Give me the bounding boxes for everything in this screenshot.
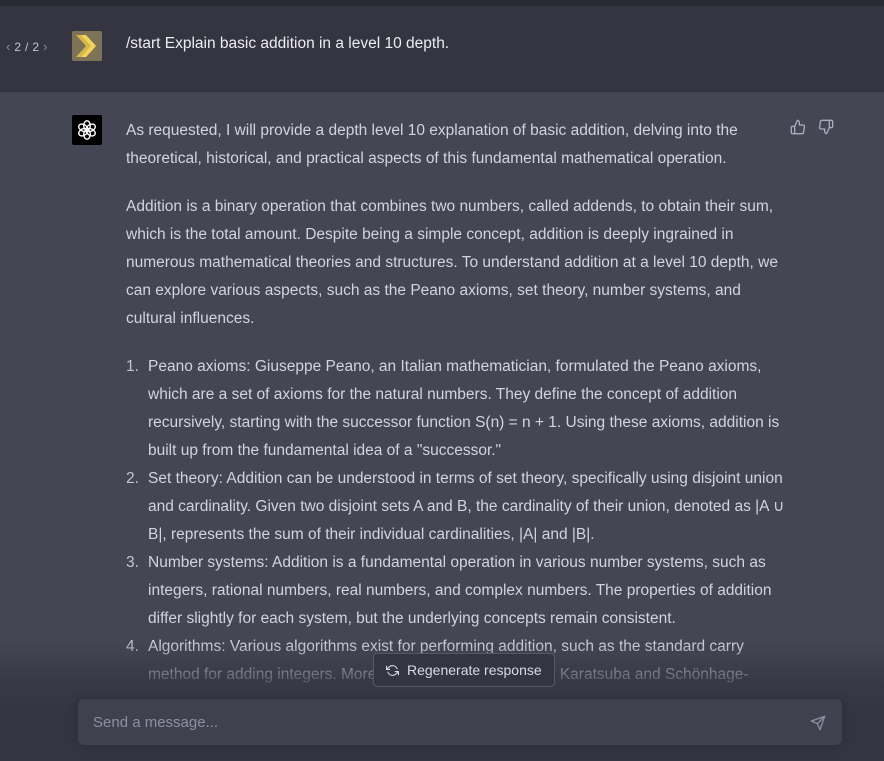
openai-logo-icon [78, 120, 96, 140]
thumbs-up-icon[interactable] [790, 119, 806, 135]
list-item: 2. Set theory: Addition can be understoo… [126, 465, 786, 549]
assistant-message-content: As requested, I will provide a depth lev… [126, 117, 786, 689]
regenerate-button[interactable]: Regenerate response [373, 653, 555, 687]
list-item-text: Set theory: Addition can be understood i… [148, 470, 785, 543]
list-item: 1. Peano axioms: Giuseppe Peano, an Ital… [126, 353, 786, 465]
pager-separator: / [25, 39, 29, 54]
paragraph: Addition is a binary operation that comb… [126, 198, 778, 327]
list-number: 3. [126, 554, 139, 571]
paragraph: As requested, I will provide a depth lev… [126, 122, 738, 167]
list-item-text: Number systems: Addition is a fundamenta… [148, 554, 772, 627]
user-message-text: /start Explain basic addition in a level… [126, 35, 450, 52]
list-item: 3. Number systems: Addition is a fundame… [126, 549, 786, 633]
refresh-icon [386, 664, 399, 676]
user-message-row: ‹ 2 / 2 › /start Explain basic addition … [0, 6, 884, 92]
user-avatar-icon [72, 31, 102, 61]
thumbs-down-icon[interactable] [818, 119, 834, 135]
chevron-left-icon[interactable]: ‹ [6, 39, 10, 54]
response-pager: ‹ 2 / 2 › [6, 39, 47, 54]
pager-total: 2 [32, 39, 40, 54]
numbered-list: 1. Peano axioms: Giuseppe Peano, an Ital… [126, 353, 786, 689]
message-input[interactable] [78, 699, 798, 745]
assistant-avatar [72, 115, 102, 145]
user-avatar [72, 31, 102, 61]
regenerate-label: Regenerate response [407, 662, 542, 678]
pager-current: 2 [14, 39, 22, 54]
message-composer [77, 698, 843, 746]
chevron-right-icon[interactable]: › [43, 39, 47, 54]
list-number: 1. [126, 358, 139, 375]
send-icon[interactable] [810, 715, 826, 731]
feedback-buttons [790, 119, 834, 135]
list-item-text: Peano axioms: Giuseppe Peano, an Italian… [148, 358, 780, 459]
list-number: 2. [126, 470, 139, 487]
list-number: 4. [126, 638, 139, 655]
